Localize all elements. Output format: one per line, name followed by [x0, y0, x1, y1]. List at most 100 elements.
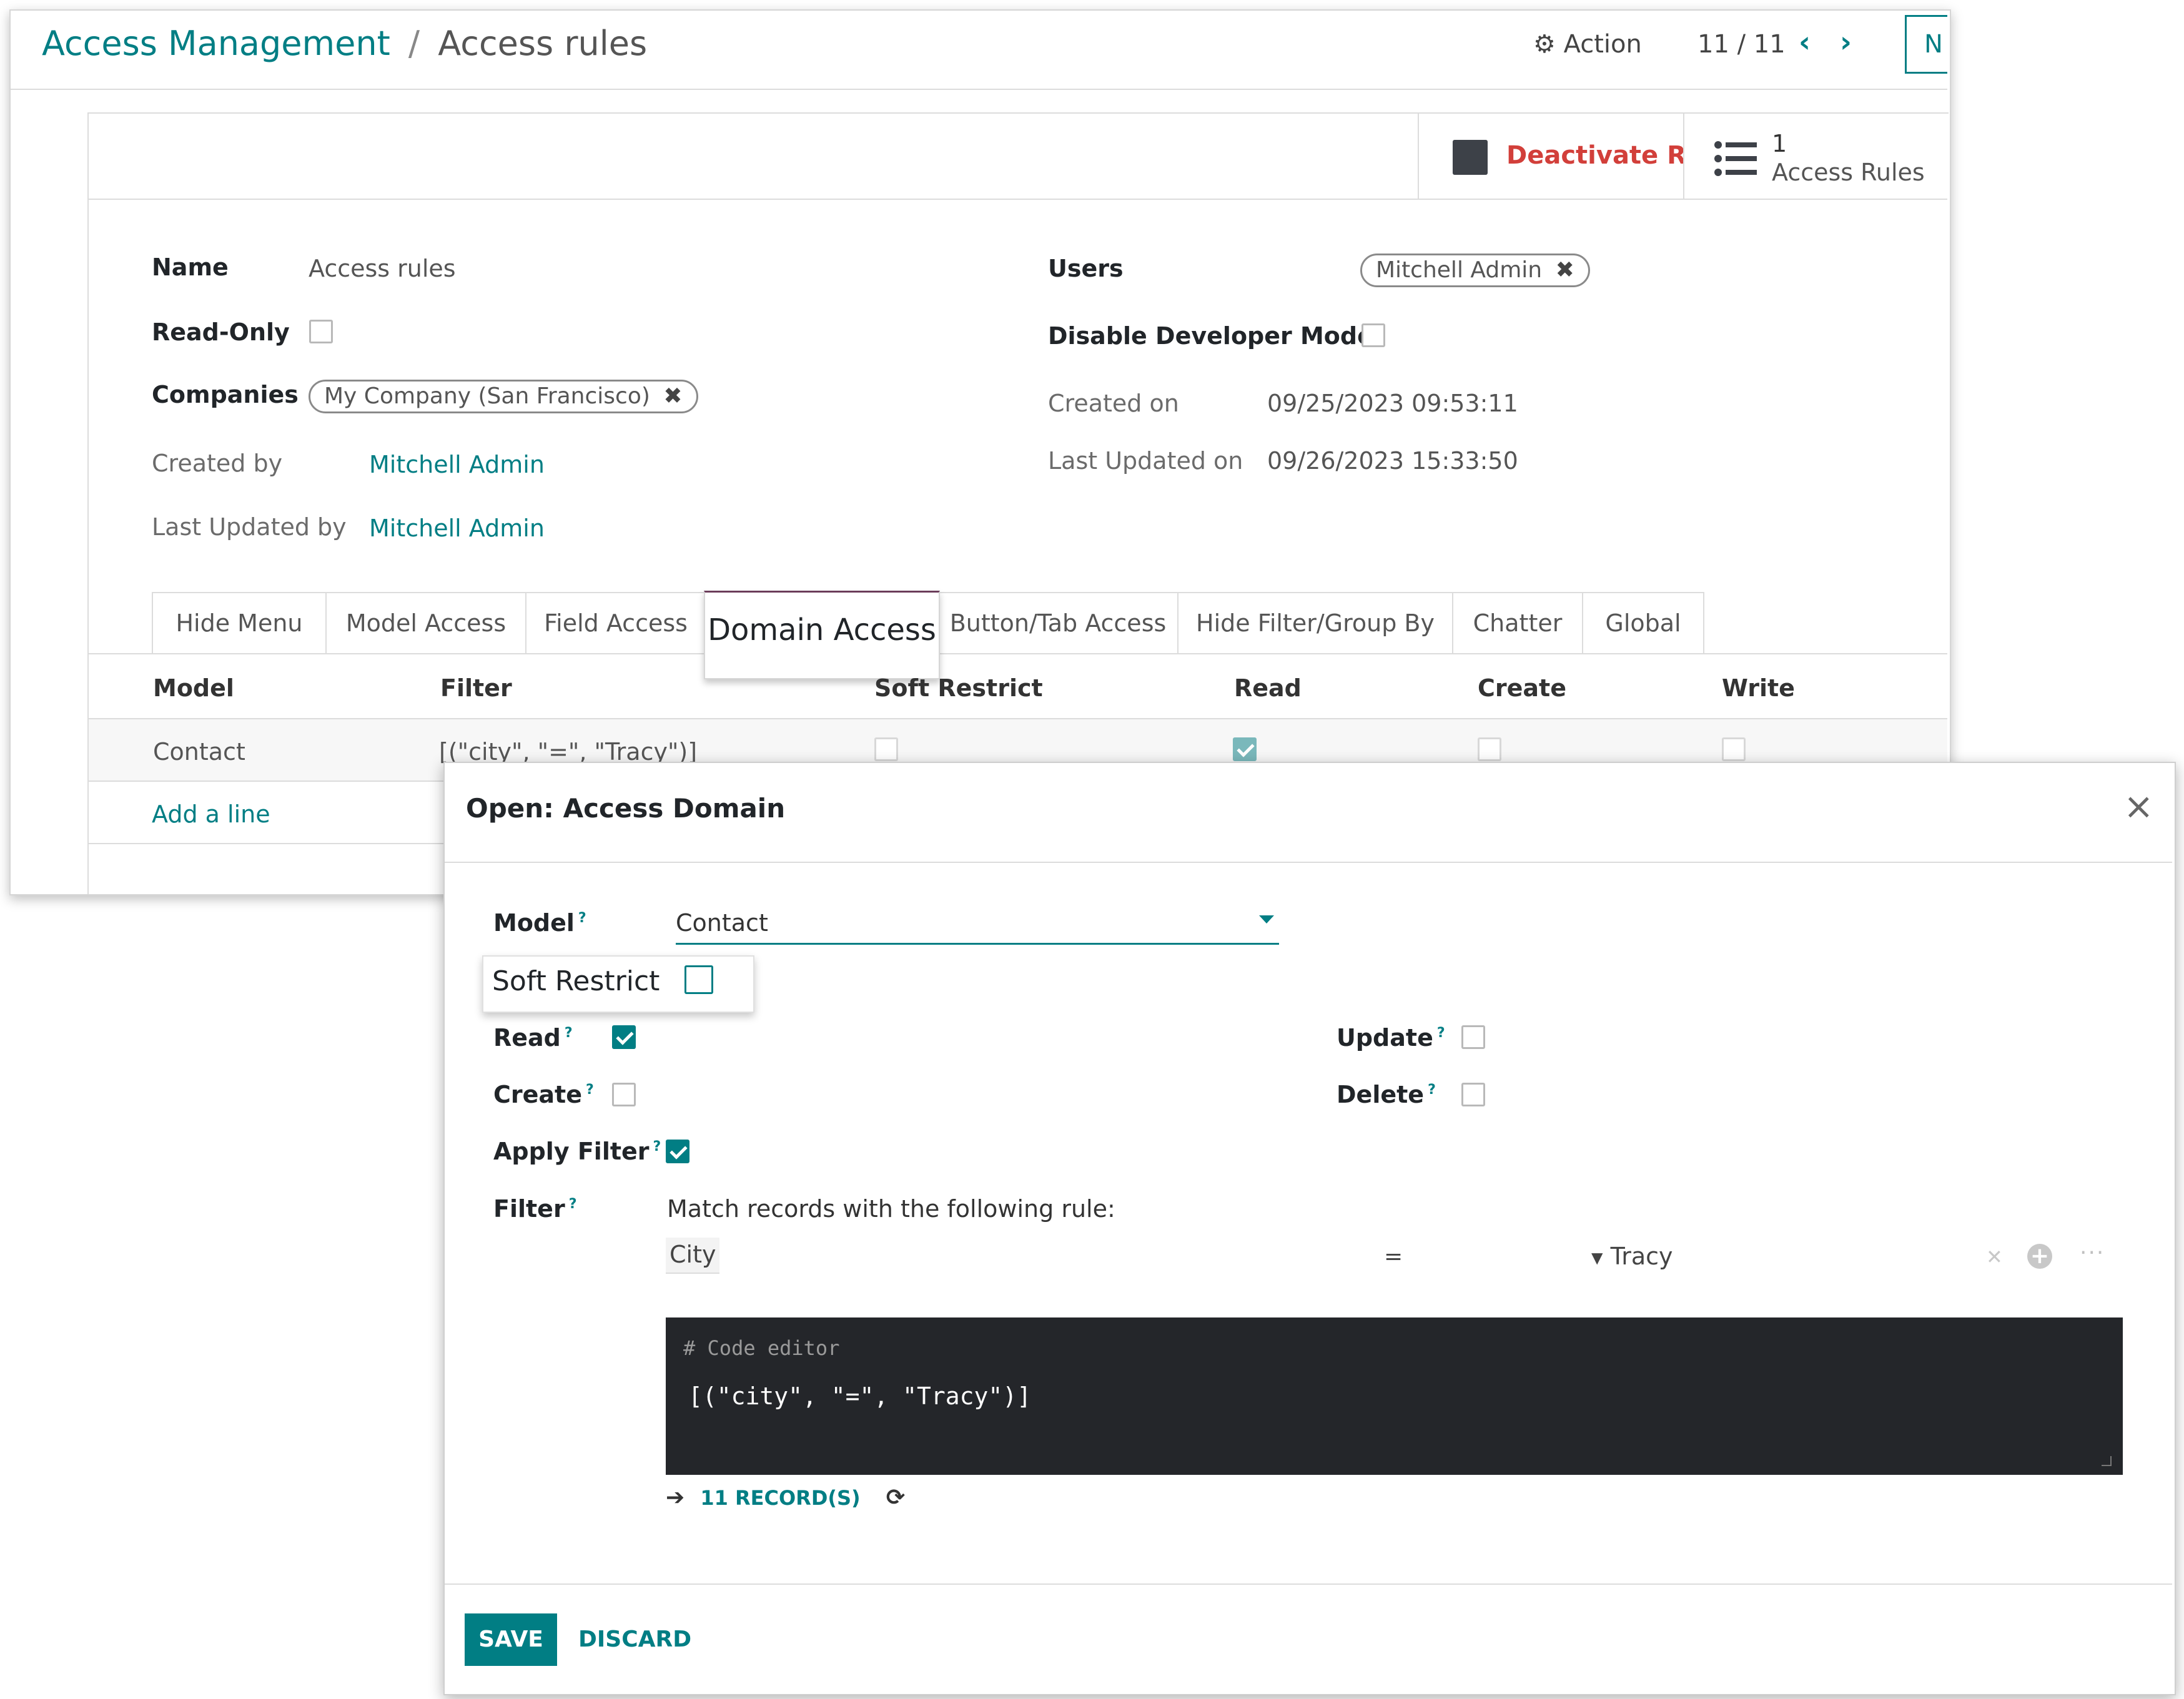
records-count: 11 RECORD(S): [700, 1486, 861, 1510]
button-box: [89, 199, 1947, 200]
update-label: Update?: [1337, 1024, 1445, 1051]
delete-label: Delete?: [1337, 1081, 1436, 1108]
dialog-title: Open: Access Domain: [466, 793, 786, 824]
row-read-checkbox[interactable]: [1233, 737, 1257, 761]
row-write-checkbox[interactable]: [1722, 737, 1746, 761]
rule-value-select[interactable]: ▼ Tracy: [1591, 1243, 1673, 1270]
tab-field-access[interactable]: Field Access: [525, 592, 706, 653]
last-updated-on-label: Last Updated on: [1048, 447, 1243, 475]
created-on-label: Created on: [1048, 390, 1179, 417]
read-label: Read?: [493, 1024, 573, 1051]
delete-rule-icon[interactable]: ✕: [1986, 1245, 2003, 1269]
tab-hide-menu[interactable]: Hide Menu: [152, 592, 327, 653]
last-updated-on-value: 09/26/2023 15:33:50: [1267, 447, 1518, 475]
new-button[interactable]: N: [1905, 15, 1947, 74]
access-rules-label: Access Rules: [1772, 159, 1925, 186]
save-button[interactable]: SAVE: [465, 1613, 557, 1666]
disable-dev-checkbox[interactable]: [1361, 323, 1385, 347]
close-icon[interactable]: ×: [2123, 788, 2154, 824]
tab-button-tab-access[interactable]: Button/Tab Access: [939, 592, 1178, 653]
access-rules-count: 1: [1772, 130, 1787, 157]
user-tag-label: Mitchell Admin: [1376, 257, 1543, 283]
chevron-right-icon[interactable]: ›: [1840, 25, 1852, 59]
column-header-soft-restrict[interactable]: Soft Restrict: [874, 674, 1043, 702]
companies-label: Companies: [152, 381, 299, 408]
new-button-label: N: [1924, 30, 1943, 59]
dialog-footer-line: [445, 1583, 2172, 1585]
breadcrumb-current: Access rules: [438, 24, 648, 63]
close-icon[interactable]: ✖: [663, 383, 682, 409]
rule-operator[interactable]: =: [1384, 1244, 1403, 1269]
filter-label: Filter?: [493, 1195, 577, 1223]
add-line-link[interactable]: Add a line: [152, 800, 270, 828]
deactivate-label: Deactivate Rule: [1506, 141, 1683, 170]
pager-value[interactable]: 11 / 11: [1697, 30, 1786, 59]
rule-field-value: City: [670, 1241, 716, 1268]
row-soft-restrict-checkbox[interactable]: [874, 737, 898, 761]
company-tag[interactable]: My Company (San Francisco) ✖: [309, 380, 698, 413]
action-label: Action: [1563, 30, 1642, 59]
rule-field-select[interactable]: City: [666, 1238, 720, 1274]
users-label: Users: [1048, 255, 1124, 282]
code-editor[interactable]: # Code editor [("city", "=", "Tracy")]: [666, 1317, 2123, 1475]
breadcrumb-separator: /: [408, 24, 420, 63]
company-tag-label: My Company (San Francisco): [324, 383, 650, 409]
readonly-label: Read-Only: [152, 318, 290, 346]
row-create-checkbox[interactable]: [1478, 737, 1501, 761]
last-updated-by-link[interactable]: Mitchell Admin: [369, 515, 545, 542]
column-header-read[interactable]: Read: [1234, 674, 1302, 702]
save-label: SAVE: [478, 1627, 543, 1652]
refresh-icon[interactable]: ⟳: [886, 1485, 905, 1510]
apply-filter-checkbox[interactable]: [666, 1140, 689, 1163]
tab-domain-access[interactable]: Domain Access: [704, 591, 940, 679]
delete-checkbox[interactable]: [1461, 1083, 1485, 1106]
breadcrumb-parent[interactable]: Access Management: [42, 24, 390, 63]
create-label: Create?: [493, 1081, 594, 1108]
dialog-header-line: [445, 862, 2172, 863]
last-updated-by-label: Last Updated by: [152, 513, 347, 541]
created-on-value: 09/25/2023 09:53:11: [1267, 390, 1518, 417]
add-rule-icon[interactable]: +: [2027, 1244, 2052, 1269]
discard-label: DISCARD: [578, 1627, 692, 1652]
more-options-icon[interactable]: ···: [2080, 1240, 2105, 1266]
resize-handle-icon[interactable]: [2102, 1456, 2112, 1466]
tab-chatter[interactable]: Chatter: [1452, 592, 1583, 653]
column-header-write[interactable]: Write: [1722, 674, 1795, 702]
access-rules-button[interactable]: 1 Access Rules: [1683, 114, 1947, 199]
column-header-model[interactable]: Model: [153, 674, 234, 702]
column-header-filter[interactable]: Filter: [440, 674, 512, 702]
readonly-checkbox[interactable]: [309, 320, 333, 343]
breadcrumb: Access Management / Access rules: [42, 24, 647, 63]
tabs-baseline: [89, 653, 1947, 654]
caret-down-icon: ▼: [1591, 1249, 1603, 1267]
update-checkbox[interactable]: [1461, 1025, 1485, 1049]
action-button[interactable]: ⚙ Action: [1533, 30, 1642, 59]
create-checkbox[interactable]: [612, 1083, 636, 1106]
created-by-link[interactable]: Mitchell Admin: [369, 451, 545, 478]
arrow-right-icon: ➔: [666, 1485, 685, 1510]
tab-hide-filter-group-by[interactable]: Hide Filter/Group By: [1177, 592, 1453, 653]
soft-restrict-checkbox[interactable]: [684, 965, 713, 994]
disable-dev-label: Disable Developer Mode: [1048, 322, 1373, 350]
column-header-create[interactable]: Create: [1478, 674, 1566, 702]
tab-model-access[interactable]: Model Access: [325, 592, 526, 653]
records-link[interactable]: ➔ 11 RECORD(S) ⟳: [666, 1485, 905, 1510]
model-label: Model?: [493, 909, 586, 937]
code-comment: # Code editor: [683, 1336, 840, 1360]
row-model-cell: Contact: [153, 738, 245, 766]
stop-icon: [1453, 140, 1488, 175]
close-icon[interactable]: ✖: [1556, 257, 1574, 283]
discard-button[interactable]: DISCARD: [578, 1613, 691, 1666]
access-domain-dialog: [443, 762, 2176, 1695]
user-tag[interactable]: Mitchell Admin ✖: [1360, 254, 1590, 287]
chevron-left-icon[interactable]: ‹: [1799, 25, 1811, 59]
name-field[interactable]: Access rules: [309, 255, 456, 282]
tab-global[interactable]: Global: [1582, 592, 1704, 653]
rule-value: Tracy: [1610, 1243, 1673, 1270]
read-checkbox[interactable]: [612, 1025, 636, 1049]
name-label: Name: [152, 254, 229, 281]
caret-down-icon[interactable]: [1259, 915, 1274, 923]
model-field[interactable]: Contact: [676, 907, 1279, 945]
list-icon: [1714, 141, 1758, 176]
deactivate-button[interactable]: Deactivate Rule: [1418, 114, 1683, 199]
